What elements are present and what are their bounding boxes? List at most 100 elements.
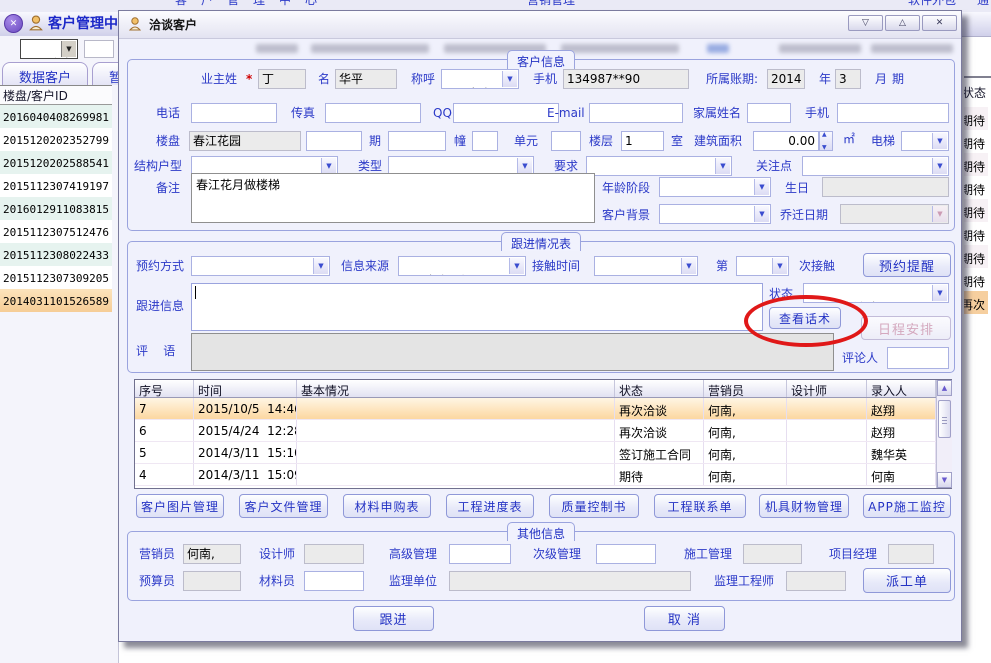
mobile-field[interactable]: 134987**90 [563, 69, 689, 89]
material-field[interactable] [304, 571, 364, 591]
customer-pictures-button[interactable]: 客户图片管理 [136, 494, 224, 518]
chevron-down-icon[interactable]: ▼ [517, 158, 532, 174]
top-tab-customer-center[interactable]: 客户管理中心 [175, 0, 331, 7]
chevron-down-icon[interactable]: ▼ [321, 158, 336, 174]
chevron-down-icon[interactable]: ▼ [61, 41, 76, 57]
account-year-field[interactable]: 2014 [767, 69, 805, 89]
tab-data-customers[interactable]: 数据客户 [2, 62, 88, 85]
equipment-assets-button[interactable]: 机具财物管理 [759, 494, 849, 518]
project-schedule-button[interactable]: 工程进度表 [446, 494, 534, 518]
owner-surname-field[interactable]: 丁 [258, 69, 306, 89]
senior-mgr-field[interactable] [449, 544, 511, 564]
project-mgr-field[interactable] [888, 544, 934, 564]
cancel-button[interactable]: 取 消 [644, 606, 725, 631]
list-item[interactable]: 2015120202352799 [0, 128, 112, 151]
nth-combo[interactable]: ▼ [736, 256, 789, 276]
contact-time-combo[interactable]: / / ▼ [594, 256, 698, 276]
salutation-combo[interactable]: 女士 ▼ [441, 69, 519, 89]
supervision-unit-field[interactable] [449, 571, 691, 591]
app-close-icon[interactable]: ✕ [4, 14, 23, 33]
project-contact-button[interactable]: 工程联系单 [654, 494, 746, 518]
focus-combo[interactable]: ▼ [802, 156, 949, 176]
top-tab-marketing[interactable]: 营销管理 [527, 0, 575, 7]
info-source-combo[interactable]: 客户上门 ▼ [398, 256, 526, 276]
col-time[interactable]: 时间 [194, 380, 297, 397]
chevron-down-icon[interactable]: ▼ [754, 179, 769, 195]
table-row[interactable]: 7 2015/10/5 14:46 再次洽谈 何南, 赵翔 [135, 398, 951, 420]
schedule-button[interactable]: 日程安排 [861, 316, 951, 340]
table-scrollbar[interactable]: ▲ ▼ [936, 380, 952, 488]
chevron-down-icon[interactable]: ▼ [509, 258, 524, 274]
customer-background-combo[interactable]: ▼ [659, 204, 771, 224]
chevron-down-icon[interactable]: ▼ [754, 206, 769, 222]
dialog-titlebar[interactable]: 洽谈客户 ▽ △ ✕ [119, 11, 961, 39]
top-tab-communication[interactable]: 通信管理 [977, 0, 991, 7]
floor-field[interactable]: 1 [621, 131, 664, 151]
quality-control-button[interactable]: 质量控制书 [549, 494, 639, 518]
list-item[interactable]: 2015112307512476 [0, 220, 112, 243]
phone-field[interactable] [191, 103, 277, 123]
list-item-selected[interactable]: 2014031101526589 [0, 289, 112, 312]
scroll-up-button[interactable]: ▲ [937, 380, 952, 396]
filter-combo[interactable]: 默认 ▼ [20, 39, 78, 59]
unit-field[interactable] [551, 131, 581, 151]
secondary-mgr-field[interactable] [596, 544, 656, 564]
spin-down-icon[interactable]: ▼ [822, 144, 827, 151]
scrollbar-thumb[interactable] [938, 400, 951, 438]
commenter-field[interactable] [887, 347, 949, 369]
list-item[interactable]: 2015112308022433 [0, 243, 112, 266]
list-item[interactable]: 2016012911083815 [0, 197, 112, 220]
chevron-down-icon[interactable]: ▼ [681, 258, 696, 274]
family-name-field[interactable] [747, 103, 791, 123]
chevron-down-icon[interactable]: ▼ [313, 258, 328, 274]
col-no[interactable]: 序号 [135, 380, 194, 397]
table-row[interactable]: 5 2014/3/11 15:10 签订施工合同 何南, 魏华英 [135, 442, 951, 464]
qq-field[interactable] [453, 103, 559, 123]
area-spinner[interactable]: ▲ ▼ [819, 131, 833, 151]
age-stage-combo[interactable]: ▼ [659, 177, 771, 197]
list-item[interactable]: 2015112307419197 [0, 174, 112, 197]
move-date-combo[interactable]: / / ▼ [840, 204, 949, 224]
building-field[interactable] [472, 131, 498, 151]
given-name-field[interactable]: 华平 [335, 69, 397, 89]
close-button[interactable]: ✕ [922, 15, 957, 31]
email-field[interactable] [589, 103, 683, 123]
estate-extra-field[interactable] [306, 131, 362, 151]
col-status[interactable]: 状态 [615, 380, 704, 397]
estate-field[interactable]: 春江花园 [189, 131, 301, 151]
chevron-down-icon[interactable]: ▼ [932, 285, 947, 301]
table-row[interactable]: 4 2014/3/11 15:09 期待 何南, 何南 [135, 464, 951, 486]
chevron-down-icon[interactable]: ▼ [932, 133, 947, 149]
chevron-down-icon[interactable]: ▼ [772, 258, 787, 274]
reminder-button[interactable]: 预约提醒 [863, 253, 951, 277]
list-item[interactable]: 2016040408269981 [0, 105, 112, 128]
budget-field[interactable] [183, 571, 241, 591]
stage-field[interactable] [388, 131, 446, 151]
follow-up-button[interactable]: 跟进 [353, 606, 434, 631]
follow-info-textarea[interactable] [191, 283, 763, 331]
chevron-down-icon[interactable]: ▼ [502, 71, 517, 87]
construction-mgr-field[interactable] [743, 544, 802, 564]
designer-field[interactable] [304, 544, 364, 564]
area-field[interactable]: 0.00 [753, 131, 819, 151]
material-request-button[interactable]: 材料申购表 [343, 494, 431, 518]
table-row[interactable]: 6 2015/4/24 12:28 再次洽谈 何南, 赵翔 [135, 420, 951, 442]
top-tab-outsourcing[interactable]: 软件外包 [908, 0, 956, 7]
col-sales[interactable]: 营销员 [704, 380, 787, 397]
birthday-field[interactable] [822, 177, 949, 197]
toolbar-field[interactable] [84, 40, 114, 58]
elevator-combo[interactable]: 无 ▼ [901, 131, 949, 151]
account-month-field[interactable]: 3 [835, 69, 861, 89]
list-item[interactable]: 2015112307309205 [0, 266, 112, 289]
spin-up-icon[interactable]: ▲ [822, 131, 827, 138]
family-mobile-field[interactable] [837, 103, 949, 123]
dispatch-order-button[interactable]: 派工单 [863, 568, 951, 593]
sales-field[interactable]: 何南, [183, 544, 241, 564]
customer-files-button[interactable]: 客户文件管理 [239, 494, 328, 518]
list-item[interactable]: 2015120202588541 [0, 151, 112, 174]
scroll-down-button[interactable]: ▼ [937, 472, 952, 488]
requirement-combo[interactable]: ▼ [586, 156, 732, 176]
app-monitoring-button[interactable]: APP施工监控 [863, 494, 951, 518]
supervision-engineer-field[interactable] [786, 571, 846, 591]
chevron-down-icon[interactable]: ▼ [715, 158, 730, 174]
